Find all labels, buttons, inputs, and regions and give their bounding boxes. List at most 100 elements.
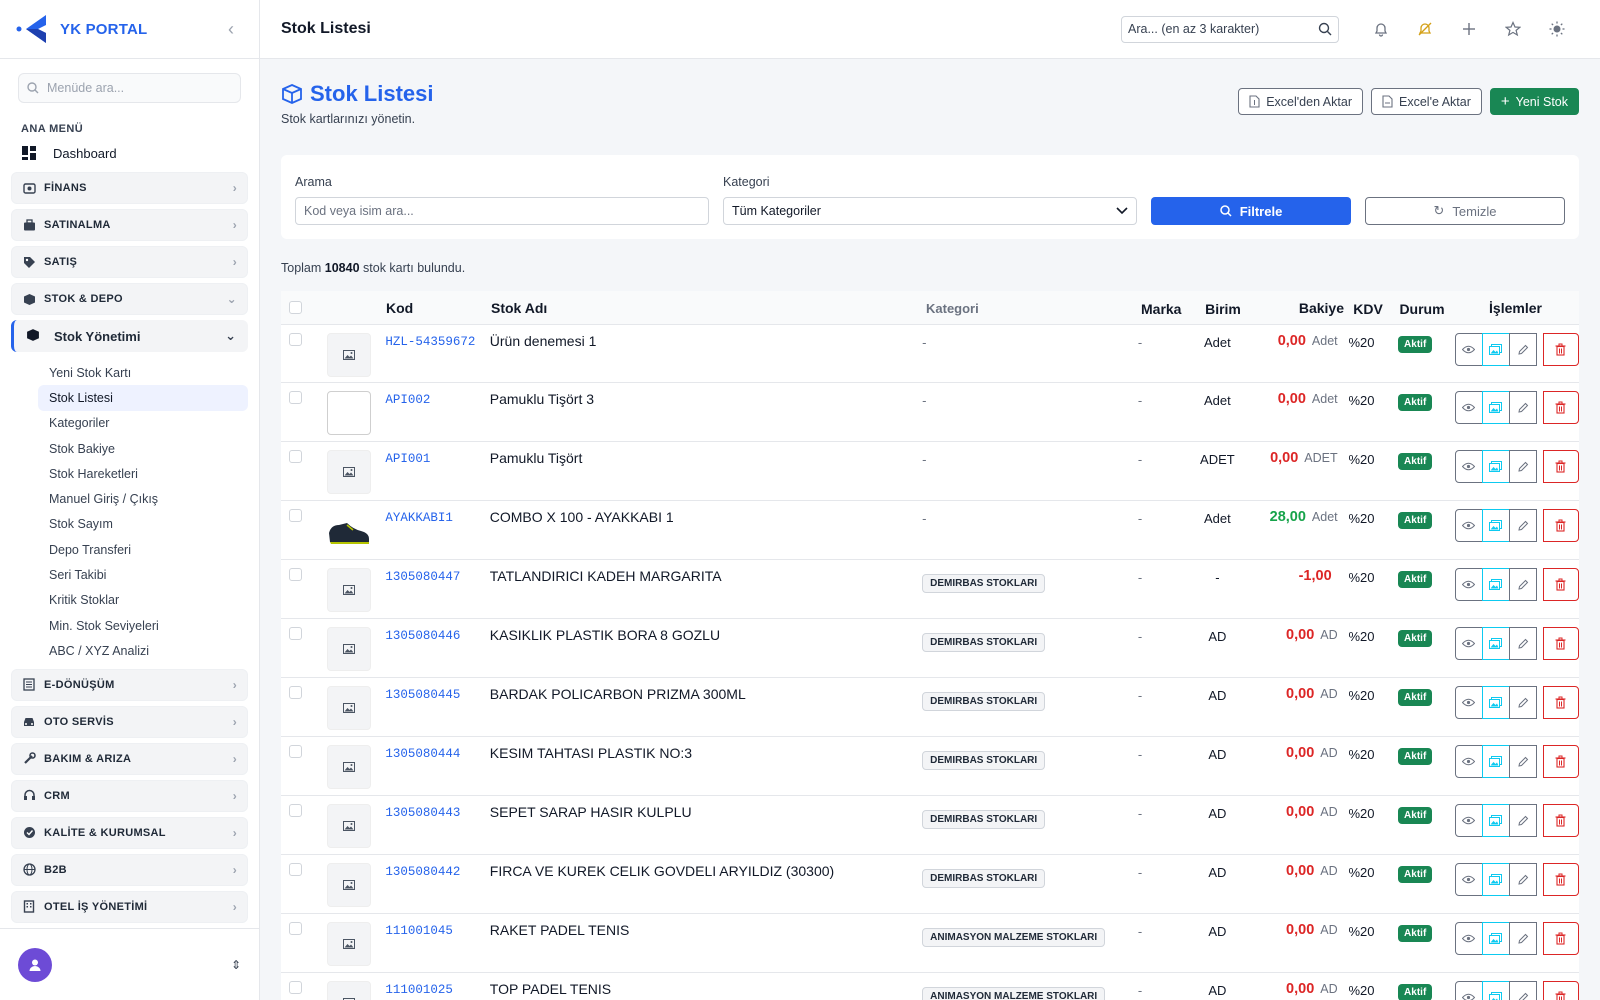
- gallery-button[interactable]: [1481, 391, 1510, 424]
- sidebar-group-finans[interactable]: FİNANS ›: [11, 172, 248, 204]
- product-image[interactable]: [326, 568, 371, 612]
- delete-button[interactable]: [1542, 627, 1579, 660]
- table-row[interactable]: 1305080444 KESIM TAHTASI PLASTIK NO:3 DE…: [281, 737, 1579, 796]
- gallery-button[interactable]: [1481, 981, 1510, 1000]
- sidebar-subitem[interactable]: Stok Sayım: [38, 512, 248, 537]
- gallery-button[interactable]: [1481, 922, 1510, 955]
- table-row[interactable]: API001 Pamuklu Tişört - - ADET 0,00 ADET …: [281, 442, 1579, 501]
- table-row[interactable]: API002 Pamuklu Tişört 3 - - Adet 0,00 Ade…: [281, 383, 1579, 442]
- table-row[interactable]: 1305080443 SEPET SARAP HASIR KULPLU DEMI…: [281, 796, 1579, 855]
- edit-button[interactable]: [1508, 391, 1537, 424]
- delete-button[interactable]: [1542, 450, 1579, 483]
- product-image[interactable]: [326, 922, 371, 966]
- search-filter-input[interactable]: Kod veya isim ara...: [295, 197, 709, 225]
- delete-button[interactable]: [1542, 686, 1579, 719]
- row-checkbox[interactable]: [289, 333, 302, 346]
- edit-button[interactable]: [1508, 922, 1537, 955]
- product-image[interactable]: [326, 745, 371, 789]
- sidebar-subitem[interactable]: Depo Transferi: [38, 537, 248, 562]
- sidebar-subitem-active[interactable]: Stok Listesi: [38, 385, 248, 411]
- col-header-name[interactable]: Stok Adı: [491, 300, 926, 316]
- view-button[interactable]: [1454, 981, 1483, 1000]
- view-button[interactable]: [1454, 804, 1483, 837]
- sidebar-group-b2b[interactable]: B2B ›: [11, 853, 248, 886]
- table-row[interactable]: AYAKKABI1 COMBO X 100 - AYAKKABI 1 - - A…: [281, 501, 1579, 560]
- row-checkbox[interactable]: [289, 981, 302, 994]
- view-button[interactable]: [1454, 568, 1483, 601]
- row-checkbox[interactable]: [289, 745, 302, 758]
- import-excel-button[interactable]: Excel'den Aktar: [1238, 88, 1363, 115]
- sidebar-item-dashboard[interactable]: Dashboard: [0, 139, 259, 167]
- category-select[interactable]: Tüm Kategoriler: [723, 197, 1137, 225]
- row-checkbox[interactable]: [289, 509, 302, 522]
- sidebar-subitem[interactable]: Min. Stok Seviyeleri: [38, 613, 248, 638]
- table-row[interactable]: 1305080447 TATLANDIRICI KADEH MARGARITA …: [281, 560, 1579, 619]
- sidebar-group-kalite[interactable]: KALİTE & KURUMSAL ›: [11, 816, 248, 849]
- edit-button[interactable]: [1508, 509, 1537, 542]
- view-button[interactable]: [1454, 333, 1483, 366]
- sidebar-subitem[interactable]: ABC / XYZ Analizi: [38, 638, 248, 663]
- stock-code-link[interactable]: HZL-54359672: [385, 333, 489, 349]
- product-image[interactable]: [326, 391, 371, 435]
- gallery-button[interactable]: [1481, 745, 1510, 778]
- sidebar-group-otel[interactable]: OTEL İŞ YÖNETİMİ ›: [11, 890, 248, 923]
- sidebar-subitem[interactable]: Stok Hareketleri: [38, 461, 248, 486]
- row-checkbox[interactable]: [289, 391, 302, 404]
- delete-button[interactable]: [1542, 745, 1579, 778]
- sidebar-item-stok-yonetimi[interactable]: Stok Yönetimi ⌄: [11, 320, 248, 352]
- row-checkbox[interactable]: [289, 686, 302, 699]
- sidebar-group-satis[interactable]: SATIŞ ›: [11, 246, 248, 278]
- product-image[interactable]: [326, 804, 371, 848]
- product-image[interactable]: [326, 450, 371, 494]
- expand-user-menu-icon[interactable]: ⇕: [231, 958, 241, 972]
- delete-button[interactable]: [1542, 509, 1579, 542]
- stock-code-link[interactable]: 111001045: [385, 922, 489, 938]
- row-checkbox[interactable]: [289, 804, 302, 817]
- muted-bell-icon[interactable]: [1403, 21, 1447, 37]
- row-checkbox[interactable]: [289, 627, 302, 640]
- table-row[interactable]: HZL-54359672 Ürün denemesi 1 - - Adet 0,…: [281, 325, 1579, 383]
- edit-button[interactable]: [1508, 804, 1537, 837]
- star-icon[interactable]: [1491, 21, 1535, 37]
- sidebar-group-oto-servis[interactable]: OTO SERVİS ›: [11, 705, 248, 738]
- row-checkbox[interactable]: [289, 922, 302, 935]
- col-header-bakiye[interactable]: Bakiye: [1248, 300, 1344, 316]
- filter-button[interactable]: Filtrele: [1151, 197, 1351, 225]
- stock-code-link[interactable]: API001: [385, 450, 489, 466]
- theme-sun-icon[interactable]: [1535, 21, 1579, 37]
- product-image[interactable]: [326, 981, 371, 1000]
- gallery-button[interactable]: [1481, 686, 1510, 719]
- delete-button[interactable]: [1542, 333, 1579, 366]
- product-image[interactable]: [326, 333, 371, 377]
- col-header-birim[interactable]: Birim: [1198, 299, 1248, 317]
- view-button[interactable]: [1454, 686, 1483, 719]
- avatar[interactable]: [18, 947, 52, 982]
- edit-button[interactable]: [1508, 333, 1537, 366]
- gallery-button[interactable]: [1481, 863, 1510, 896]
- stock-code-link[interactable]: 111001025: [385, 981, 489, 997]
- edit-button[interactable]: [1508, 568, 1537, 601]
- stock-code-link[interactable]: 1305080445: [385, 686, 489, 702]
- sidebar-group-stok-depo[interactable]: STOK & DEPO ⌄: [11, 283, 248, 315]
- edit-button[interactable]: [1508, 450, 1537, 483]
- product-image[interactable]: [326, 509, 371, 553]
- delete-button[interactable]: [1542, 391, 1579, 424]
- sidebar-group-satinalma[interactable]: SATINALMA ›: [11, 209, 248, 241]
- gallery-button[interactable]: [1481, 568, 1510, 601]
- row-checkbox[interactable]: [289, 450, 302, 463]
- sidebar-subitem[interactable]: Kategoriler: [38, 411, 248, 436]
- table-row[interactable]: 1305080442 FIRCA VE KUREK CELIK GOVDELI …: [281, 855, 1579, 914]
- row-checkbox[interactable]: [289, 568, 302, 581]
- brand-name[interactable]: YK PORTAL: [60, 21, 219, 38]
- view-button[interactable]: [1454, 450, 1483, 483]
- delete-button[interactable]: [1542, 568, 1579, 601]
- delete-button[interactable]: [1542, 922, 1579, 955]
- edit-button[interactable]: [1508, 627, 1537, 660]
- view-button[interactable]: [1454, 745, 1483, 778]
- view-button[interactable]: [1454, 391, 1483, 424]
- stock-code-link[interactable]: 1305080447: [385, 568, 489, 584]
- notification-bell-icon[interactable]: [1359, 21, 1403, 37]
- gallery-button[interactable]: [1481, 627, 1510, 660]
- gallery-button[interactable]: [1481, 333, 1510, 366]
- new-stock-button[interactable]: + Yeni Stok: [1489, 88, 1579, 115]
